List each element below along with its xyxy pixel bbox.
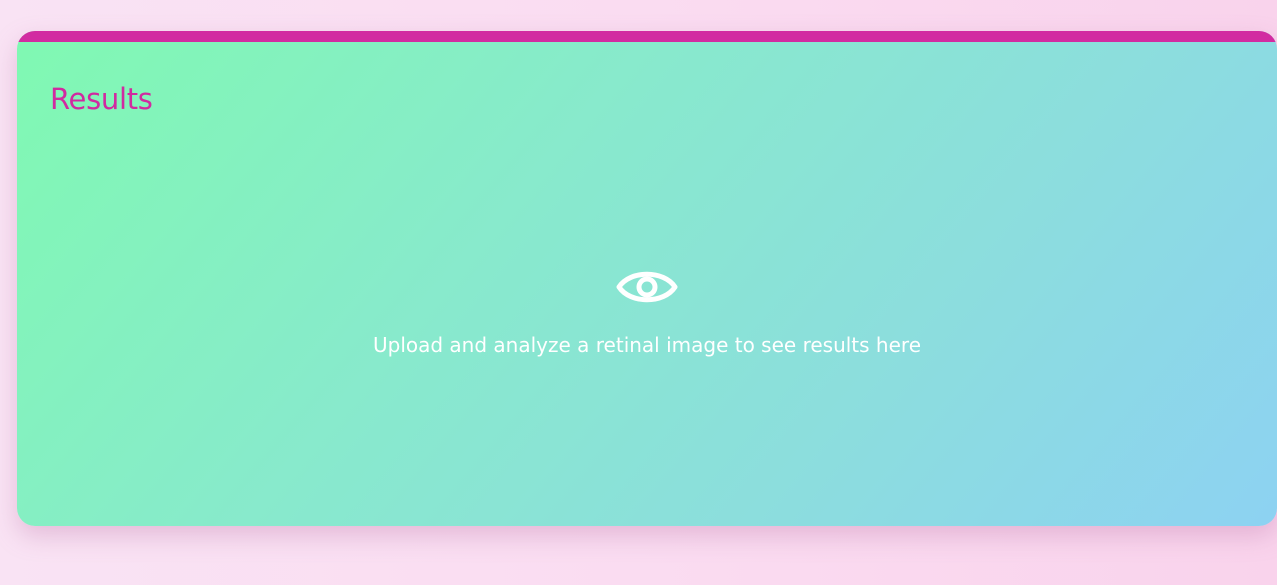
eye-icon — [616, 263, 678, 311]
card-accent-bar — [17, 31, 1277, 42]
results-title: Results — [50, 82, 153, 116]
results-card: Results Upload and analyze a retinal ima… — [17, 31, 1277, 526]
results-empty-state: Upload and analyze a retinal image to se… — [17, 263, 1277, 357]
empty-state-message: Upload and analyze a retinal image to se… — [372, 333, 921, 357]
